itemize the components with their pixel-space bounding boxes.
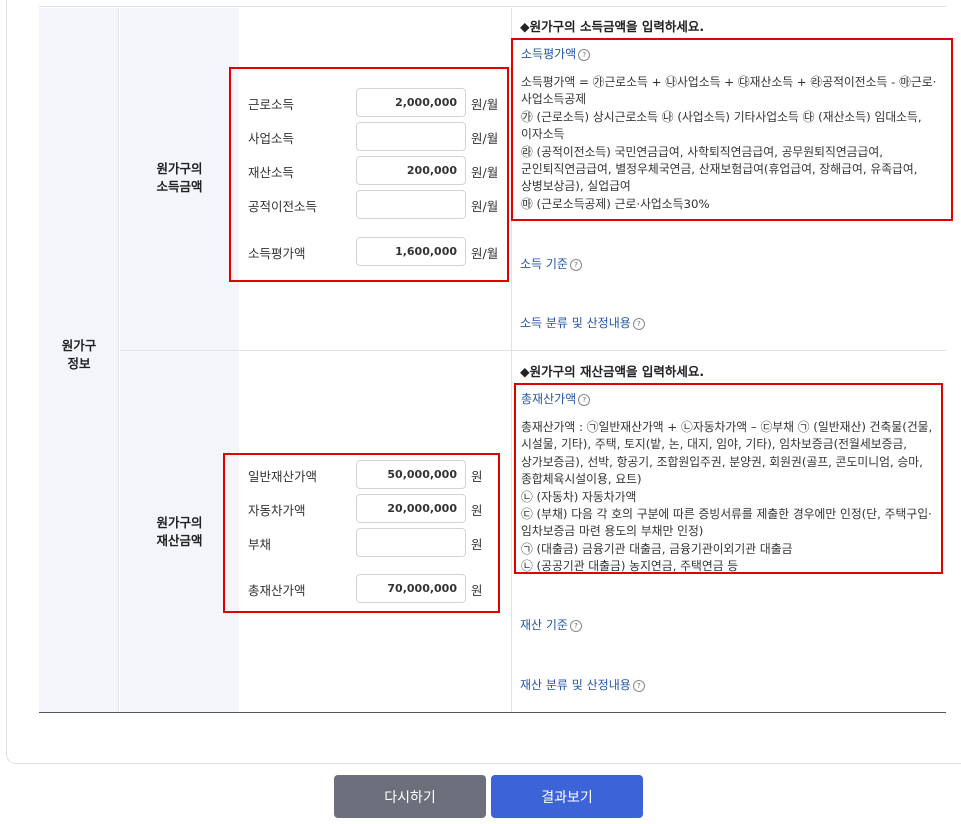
income-desc-text: 소득평가액 = ㉮근로소득 + ㉯사업소득 + ㉰재산소득 + ㉱공적이전소득 …: [521, 74, 943, 213]
general-property-input[interactable]: [356, 460, 466, 489]
income-classification-link[interactable]: 소득 분류 및 산정내용?: [520, 314, 645, 331]
view-result-button[interactable]: 결과보기: [491, 775, 643, 818]
asset-field-row: 부채 원: [225, 527, 498, 559]
desc-line: ㉡ (공공기관 대출금) 농지연금, 주택연금 등: [521, 559, 739, 574]
asset-desc-title-text: 총재산가액: [521, 392, 577, 406]
income-desc-title[interactable]: 소득평가액?: [521, 45, 943, 62]
income-field-row: 근로소득 원/월: [231, 87, 507, 119]
income-criteria-link[interactable]: 소득 기준?: [520, 255, 582, 272]
income-total-row: 소득평가액 원/월: [231, 236, 507, 268]
income-evaluation-output[interactable]: [356, 237, 466, 266]
asset-field-label: 부채: [248, 537, 272, 552]
unit-label: 원: [471, 469, 483, 484]
reset-button[interactable]: 다시하기: [334, 775, 486, 818]
row-header-column: [120, 8, 239, 712]
asset-classification-link[interactable]: 재산 분류 및 산정내용?: [520, 676, 645, 693]
help-icon: ?: [569, 620, 582, 632]
table-bottom-border: [39, 712, 946, 713]
help-icon: ?: [578, 49, 591, 61]
unit-label: 원: [471, 537, 483, 552]
unit-label: 원/월: [471, 131, 499, 146]
property-income-input[interactable]: [356, 156, 466, 185]
unit-label: 원/월: [471, 165, 499, 180]
business-income-input[interactable]: [356, 122, 466, 151]
table-top-border: [39, 6, 946, 7]
income-field-label: 공적이전소득: [248, 199, 318, 214]
link-text: 재산 기준: [520, 618, 568, 632]
asset-desc-title[interactable]: 총재산가액?: [521, 390, 936, 407]
link-text: 재산 분류 및 산정내용: [520, 678, 631, 692]
desc-line: ㉱ (공적이전소득) 국민연금급여, 사학퇴직연금급여, 공무원퇴직연금급여, …: [521, 144, 918, 194]
asset-row-label: 원가구의 재산금액: [156, 515, 203, 548]
asset-total-label: 총재산가액: [248, 583, 306, 598]
unit-label: 원: [471, 583, 483, 598]
income-field-label: 사업소득: [248, 131, 295, 146]
link-text: 소득 분류 및 산정내용: [520, 316, 631, 330]
asset-total-row: 총재산가액 원: [225, 573, 498, 605]
total-property-output[interactable]: [356, 574, 466, 603]
row-divider: [120, 350, 946, 351]
desc-line: ㉡ (자동차) 자동차가액: [521, 489, 637, 504]
income-field-row: 재산소득 원/월: [231, 155, 507, 187]
income-desc-box: 소득평가액? 소득평가액 = ㉮근로소득 + ㉯사업소득 + ㉰재산소득 + ㉱…: [511, 38, 953, 221]
asset-input-box: 일반재산가액 원 자동차가액 원 부채 원 총재산가액 원: [223, 453, 500, 613]
unit-label: 원/월: [471, 199, 499, 214]
section-label: 원가구 정보: [61, 338, 97, 371]
asset-desc-box: 총재산가액? 총재산가액 : ㉠일반재산가액 + ㉡자동차가액 – ㉢부채 ㉠ …: [514, 383, 943, 574]
asset-field-label: 일반재산가액: [248, 469, 318, 484]
asset-field-row: 자동차가액 원: [225, 493, 498, 525]
help-icon: ?: [578, 394, 591, 406]
earned-income-input[interactable]: [356, 88, 466, 117]
income-desc-title-text: 소득평가액: [521, 47, 577, 61]
public-transfer-income-input[interactable]: [356, 190, 466, 219]
asset-field-row: 일반재산가액 원: [225, 459, 498, 491]
desc-line: 소득평가액 = ㉮근로소득 + ㉯사업소득 + ㉰재산소득 + ㉱공적이전소득 …: [521, 75, 937, 107]
desc-line: ㉮ (근로소득) 상시근로소득 ㉯ (사업소득) 기타사업소득 ㉰ (재산소득)…: [521, 109, 922, 142]
unit-label: 원: [471, 503, 483, 518]
income-field-label: 근로소득: [248, 97, 295, 112]
income-field-label: 재산소득: [248, 165, 295, 180]
income-total-label: 소득평가액: [248, 246, 306, 261]
help-icon: ?: [569, 259, 582, 271]
help-icon: ?: [632, 318, 645, 330]
debt-input[interactable]: [356, 528, 466, 557]
asset-desc-text: 총재산가액 : ㉠일반재산가액 + ㉡자동차가액 – ㉢부채 ㉠ (일반재산) …: [521, 419, 936, 574]
unit-label: 원/월: [471, 246, 499, 261]
income-row-label: 원가구의 소득금액: [156, 161, 203, 194]
help-icon: ?: [632, 680, 645, 692]
link-text: 소득 기준: [520, 257, 568, 271]
asset-criteria-link[interactable]: 재산 기준?: [520, 616, 582, 633]
asset-field-label: 자동차가액: [248, 503, 306, 518]
asset-heading: ◆원가구의 재산금액을 입력하세요.: [520, 364, 705, 379]
income-heading: ◆원가구의 소득금액을 입력하세요.: [520, 19, 705, 34]
desc-line: ㉢ (부채) 다음 각 호의 구분에 따른 증빙서류를 제출한 경우에만 인정(…: [521, 507, 932, 539]
unit-label: 원/월: [471, 97, 499, 112]
desc-line: ㉲ (근로소득공제) 근로·사업소득30%: [521, 196, 710, 211]
income-field-row: 사업소득 원/월: [231, 121, 507, 153]
income-input-box: 근로소득 원/월 사업소득 원/월 재산소득 원/월 공적이전소득 원/월 소득…: [229, 67, 509, 282]
desc-line: 총재산가액 : ㉠일반재산가액 + ㉡자동차가액 – ㉢부채 ㉠ (일반재산) …: [521, 420, 933, 487]
desc-line: ㉠ (대출금) 금융기관 대출금, 금융기관이외기관 대출금: [521, 541, 793, 556]
vehicle-value-input[interactable]: [356, 494, 466, 523]
income-field-row: 공적이전소득 원/월: [231, 189, 507, 221]
